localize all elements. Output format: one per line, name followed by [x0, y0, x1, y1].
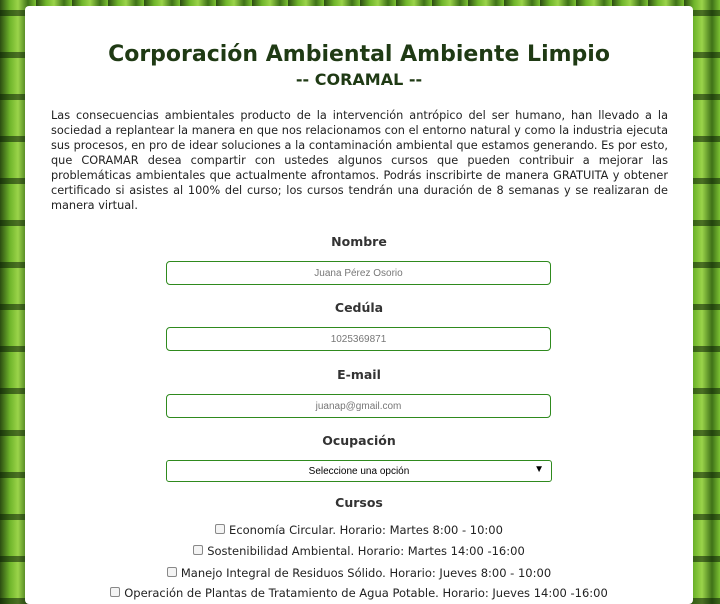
course-label: Operación de Plantas de Tratamiento de A… — [124, 586, 608, 600]
cursos-label: Cursos — [335, 495, 383, 510]
course-option[interactable]: Manejo Integral de Residuos Sólido. Hora… — [25, 566, 693, 580]
checkbox-icon[interactable] — [166, 567, 177, 577]
nombre-label: Nombre — [331, 234, 387, 249]
email-label: E-mail — [337, 367, 381, 382]
intro-paragraph: Las consecuencias ambientales producto d… — [51, 109, 668, 212]
triangle-down-icon: ▼ — [534, 464, 544, 475]
checkbox-icon[interactable] — [110, 587, 121, 597]
email-input[interactable] — [166, 394, 551, 418]
ocupacion-select[interactable]: Seleccione una opción ▼ — [166, 460, 552, 482]
course-option[interactable]: Sostenibilidad Ambiental. Horario: Marte… — [25, 544, 693, 558]
nombre-input[interactable] — [166, 261, 551, 285]
checkbox-icon[interactable] — [215, 524, 226, 534]
course-label: Sostenibilidad Ambiental. Horario: Marte… — [207, 544, 525, 558]
cedula-input[interactable] — [166, 327, 551, 351]
course-option[interactable]: Economía Circular. Horario: Martes 8:00 … — [25, 523, 693, 537]
ocupacion-selected-value: Seleccione una opción — [308, 465, 410, 477]
checkbox-icon[interactable] — [193, 545, 204, 555]
course-option[interactable]: Operación de Plantas de Tratamiento de A… — [25, 586, 693, 600]
page-subtitle: -- CORAMAL -- — [295, 70, 423, 89]
cedula-label: Cedúla — [334, 300, 384, 315]
form-card: Corporación Ambiental Ambiente Limpio --… — [25, 6, 693, 604]
page-title: Corporación Ambiental Ambiente Limpio — [108, 42, 610, 67]
course-label: Manejo Integral de Residuos Sólido. Hora… — [180, 566, 552, 580]
course-label: Economía Circular. Horario: Martes 8:00 … — [229, 523, 503, 537]
ocupacion-label: Ocupación — [322, 433, 396, 448]
